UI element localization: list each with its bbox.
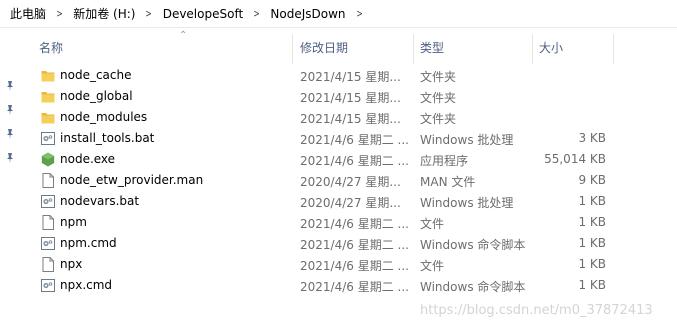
file-row[interactable]: node_cache 2021/4/15 星期... 文件夹 — [20, 65, 677, 86]
file-date: 2021/4/15 星期... — [300, 70, 401, 84]
file-row[interactable]: node_global 2021/4/15 星期... 文件夹 — [20, 86, 677, 107]
pin-icon[interactable] — [4, 104, 16, 116]
folder-icon — [41, 89, 55, 104]
column-header-size[interactable]: 大小 — [539, 39, 563, 56]
file-date: 2021/4/6 星期二 ... — [300, 259, 409, 273]
file-row[interactable]: node_modules 2021/4/15 星期... 文件夹 — [20, 107, 677, 128]
breadcrumb-item-drive[interactable]: 新加卷 (H:) — [73, 5, 135, 22]
file-type: Windows 批处理 — [420, 196, 514, 210]
file-row[interactable]: nodevars.bat 2020/4/27 星期... Windows 批处理 1 … — [20, 191, 677, 212]
file-row[interactable]: npm.cmd 2021/4/6 星期二 ... Windows 命令脚本 1 KB — [20, 233, 677, 254]
file-size: 1 KB — [578, 215, 606, 229]
column-header-type[interactable]: 类型 — [420, 39, 444, 56]
file-date: 2021/4/15 星期... — [300, 112, 401, 126]
file-date: 2020/4/27 星期... — [300, 175, 401, 189]
breadcrumb-item-this-pc[interactable]: 此电脑 — [10, 5, 46, 22]
file-type: MAN 文件 — [420, 175, 476, 189]
file-size: 3 KB — [578, 131, 606, 145]
file-size: 55,014 KB — [544, 152, 606, 166]
file-name[interactable]: node_cache — [60, 68, 131, 82]
file-name[interactable]: node.exe — [60, 152, 115, 166]
file-name[interactable]: nodevars.bat — [60, 194, 139, 208]
sort-ascending-icon: ⌃ — [179, 30, 188, 41]
file-name[interactable]: npx — [60, 257, 82, 271]
column-header-date[interactable]: 修改日期 — [300, 39, 348, 56]
file-row[interactable]: npx.cmd 2021/4/6 星期二 ... Windows 命令脚本 1 KB — [20, 275, 677, 296]
file-date: 2021/4/6 星期二 ... — [300, 133, 409, 147]
file-type: 文件 — [420, 217, 445, 231]
chevron-right-icon[interactable]: > — [356, 7, 362, 20]
breadcrumb-item-developesoft[interactable]: DevelopeSoft — [163, 7, 243, 21]
quick-access-pins — [0, 28, 20, 328]
file-date: 2021/4/6 星期二 ... — [300, 217, 409, 231]
pin-icon[interactable] — [4, 152, 16, 164]
column-divider[interactable] — [613, 34, 614, 64]
file-date: 2021/4/6 星期二 ... — [300, 154, 409, 168]
column-divider[interactable] — [413, 34, 414, 64]
file-row[interactable]: npm 2021/4/6 星期二 ... 文件 1 KB — [20, 212, 677, 233]
file-type: 应用程序 — [420, 154, 469, 168]
cmd-file-icon — [41, 278, 55, 293]
file-size: 1 KB — [578, 257, 606, 271]
file-size: 9 KB — [578, 173, 606, 187]
file-name[interactable]: node_global — [60, 89, 133, 103]
nodejs-exe-icon — [41, 152, 55, 167]
pin-icon[interactable] — [4, 80, 16, 92]
column-header-name[interactable]: 名称 — [39, 39, 63, 56]
file-name[interactable]: npm.cmd — [60, 236, 117, 250]
folder-icon — [41, 110, 55, 125]
chevron-right-icon[interactable]: > — [254, 7, 260, 20]
file-type: Windows 批处理 — [420, 133, 514, 147]
column-header-bar: ⌃ 名称 修改日期 类型 大小 — [20, 28, 677, 65]
file-name[interactable]: node_etw_provider.man — [60, 173, 203, 187]
file-type: 文件夹 — [420, 112, 457, 126]
file-row[interactable]: node_etw_provider.man 2020/4/27 星期... MAN … — [20, 170, 677, 191]
column-divider[interactable] — [532, 34, 533, 64]
file-name[interactable]: node_modules — [60, 110, 147, 124]
pin-icon[interactable] — [4, 128, 16, 140]
file-date: 2021/4/6 星期二 ... — [300, 280, 409, 294]
cmd-file-icon — [41, 236, 55, 251]
file-type: 文件 — [420, 259, 445, 273]
column-divider[interactable] — [292, 34, 293, 64]
file-icon — [41, 173, 55, 188]
chevron-right-icon[interactable]: > — [56, 7, 62, 20]
file-date: 2021/4/6 星期二 ... — [300, 238, 409, 252]
file-type: 文件夹 — [420, 91, 457, 105]
watermark-text: https://blog.csdn.net/m0_37872413 — [420, 303, 653, 318]
file-icon — [41, 215, 55, 230]
batch-file-icon — [41, 194, 55, 209]
file-type: Windows 命令脚本 — [420, 238, 526, 252]
file-date: 2020/4/27 星期... — [300, 196, 401, 210]
file-size: 1 KB — [578, 236, 606, 250]
file-date: 2021/4/15 星期... — [300, 91, 401, 105]
file-row[interactable]: npx 2021/4/6 星期二 ... 文件 1 KB — [20, 254, 677, 275]
chevron-right-icon[interactable]: > — [146, 7, 152, 20]
file-size: 1 KB — [578, 278, 606, 292]
file-row[interactable]: node.exe 2021/4/6 星期二 ... 应用程序 55,014 KB — [20, 149, 677, 170]
file-row[interactable]: install_tools.bat 2021/4/6 星期二 ... Windows… — [20, 128, 677, 149]
file-icon — [41, 257, 55, 272]
file-size: 1 KB — [578, 194, 606, 208]
file-name[interactable]: install_tools.bat — [60, 131, 154, 145]
file-list: node_cache 2021/4/15 星期... 文件夹 node_global 2… — [20, 65, 677, 296]
file-name[interactable]: npx.cmd — [60, 278, 112, 292]
breadcrumb-item-nodejsdown[interactable]: NodeJsDown — [270, 7, 345, 21]
batch-file-icon — [41, 131, 55, 146]
folder-icon — [41, 68, 55, 83]
breadcrumb: 此电脑 > 新加卷 (H:) > DevelopeSoft > NodeJsDo… — [0, 0, 677, 28]
file-name[interactable]: npm — [60, 215, 87, 229]
file-type: 文件夹 — [420, 70, 457, 84]
file-type: Windows 命令脚本 — [420, 280, 526, 294]
